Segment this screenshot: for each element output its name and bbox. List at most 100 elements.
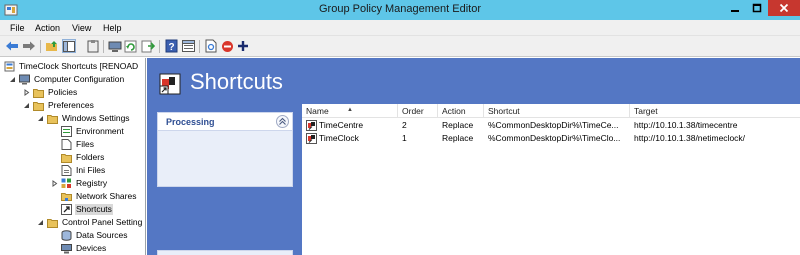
tree-label: Devices (76, 243, 107, 253)
description-panel (157, 250, 293, 255)
processing-panel-header[interactable]: Processing (158, 113, 292, 131)
computer-icon (19, 74, 30, 85)
computer-icon[interactable] (108, 39, 122, 53)
forward-arrow-icon[interactable] (22, 39, 36, 53)
processing-panel: Processing (157, 112, 293, 187)
expand-triangle-icon[interactable] (22, 88, 31, 97)
menu-file[interactable]: File (10, 23, 25, 33)
cell-name: TimeClock (319, 133, 359, 143)
tree-label: Control Panel Setting (62, 217, 143, 227)
tree-label: Windows Settings (62, 113, 130, 123)
tree-label: Files (76, 139, 94, 149)
tree-item-preferences[interactable]: Preferences (22, 99, 95, 112)
shortcuts-header-icon (157, 71, 183, 97)
cell-shortcut: %CommonDesktopDir%\TimeClo... (488, 133, 621, 143)
toolbar-separator (199, 40, 200, 53)
collapse-triangle-icon[interactable] (36, 114, 45, 123)
maximize-button[interactable] (747, 0, 766, 16)
expand-triangle-icon[interactable] (50, 179, 59, 188)
show-hide-tree-icon[interactable] (62, 39, 76, 53)
tree-item-windows-settings[interactable]: Windows Settings (36, 112, 131, 125)
tree-item-data-sources[interactable]: Data Sources (61, 229, 129, 242)
toolbar-separator (103, 40, 104, 53)
cell-order: 2 (402, 120, 407, 130)
tree-item-policies[interactable]: Policies (22, 86, 78, 99)
menu-bar: File Action View Help (0, 20, 800, 36)
stop-icon[interactable] (220, 39, 234, 53)
collapse-triangle-icon[interactable] (8, 75, 17, 84)
tree-item-control-panel-settings[interactable]: Control Panel Setting (36, 216, 143, 229)
column-header-target[interactable]: Target (630, 104, 800, 118)
page-title: Shortcuts (190, 69, 283, 94)
tree-label: Policies (48, 87, 78, 97)
cell-shortcut: %CommonDesktopDir%\TimeCe... (488, 120, 619, 130)
export-icon[interactable] (141, 39, 155, 53)
table-row[interactable]: TimeCentre 2 Replace %CommonDesktopDir%\… (302, 119, 800, 132)
column-header-label: Name (306, 106, 329, 116)
column-header-shortcut[interactable]: Shortcut (484, 104, 630, 118)
gpo-icon (4, 61, 15, 72)
tree-item-ini-files[interactable]: Ini Files (61, 164, 106, 177)
tree-label: Preferences (48, 100, 94, 110)
shortcut-item-icon (306, 133, 317, 144)
tree-item-devices[interactable]: Devices (61, 242, 107, 255)
collapse-triangle-icon[interactable] (22, 101, 31, 110)
close-button[interactable] (768, 0, 800, 16)
tree-item-network-shares[interactable]: Network Shares (61, 190, 137, 203)
menu-help[interactable]: Help (103, 23, 122, 33)
folder-icon (47, 113, 58, 124)
files-icon (61, 139, 72, 150)
back-arrow-icon[interactable] (5, 39, 19, 53)
shortcut-item-icon (306, 120, 317, 131)
svg-text:?: ? (168, 42, 174, 53)
tree-item-root-gpo[interactable]: TimeClock Shortcuts [RENOAD (4, 60, 139, 73)
tree-item-environment[interactable]: Environment (61, 125, 125, 138)
console-tree: TimeClock Shortcuts [RENOAD Computer Con… (0, 58, 146, 255)
details-pane: Shortcuts Processing Name ▲ Order Action… (147, 58, 800, 255)
menu-action[interactable]: Action (35, 23, 60, 33)
add-icon[interactable] (236, 39, 250, 53)
collapse-triangle-icon[interactable] (36, 218, 45, 227)
tree-item-registry[interactable]: Registry (50, 177, 108, 190)
column-header-order[interactable]: Order (398, 104, 438, 118)
tree-label: Folders (76, 152, 105, 162)
network-share-icon (61, 191, 72, 202)
tree-item-shortcuts[interactable]: Shortcuts (61, 203, 113, 216)
minimize-button[interactable] (725, 0, 744, 16)
menu-view[interactable]: View (72, 23, 91, 33)
toolbar: ? (0, 36, 800, 57)
clipboard-icon[interactable] (86, 39, 100, 53)
new-item-icon[interactable] (204, 39, 218, 53)
folder-icon (47, 217, 58, 228)
tree-label: Shortcuts (75, 204, 113, 215)
up-folder-icon[interactable] (45, 39, 59, 53)
registry-icon (61, 178, 72, 189)
refresh-icon[interactable] (124, 39, 138, 53)
processing-title: Processing (166, 117, 215, 127)
column-header-name[interactable]: Name ▲ (302, 104, 398, 118)
tree-item-folders[interactable]: Folders (61, 151, 105, 164)
table-row[interactable]: TimeClock 1 Replace %CommonDesktopDir%\T… (302, 132, 800, 145)
tree-label: Environment (76, 126, 124, 136)
cell-target: http://10.10.1.38/timecentre (634, 120, 738, 130)
ini-file-icon (61, 165, 72, 176)
title-bar: Group Policy Management Editor (0, 0, 800, 20)
toolbar-separator (40, 40, 41, 53)
help-icon[interactable]: ? (164, 39, 178, 53)
properties-icon[interactable] (181, 39, 195, 53)
cell-action: Replace (442, 133, 474, 143)
collapse-chevron-icon[interactable] (276, 115, 289, 128)
folder-icon (61, 152, 72, 163)
shortcuts-list: Name ▲ Order Action Shortcut Target Time… (302, 104, 800, 255)
tree-item-files[interactable]: Files (61, 138, 95, 151)
tree-label: TimeClock Shortcuts [RENOAD (19, 61, 139, 71)
window-title: Group Policy Management Editor (318, 3, 482, 15)
folder-icon (33, 100, 44, 111)
folder-icon (33, 87, 44, 98)
column-header-action[interactable]: Action (438, 104, 484, 118)
sort-ascending-icon: ▲ (347, 107, 353, 113)
shortcut-icon (61, 204, 72, 215)
data-source-icon (61, 230, 72, 241)
tree-item-computer-configuration[interactable]: Computer Configuration (8, 73, 125, 86)
environment-icon (61, 126, 72, 137)
